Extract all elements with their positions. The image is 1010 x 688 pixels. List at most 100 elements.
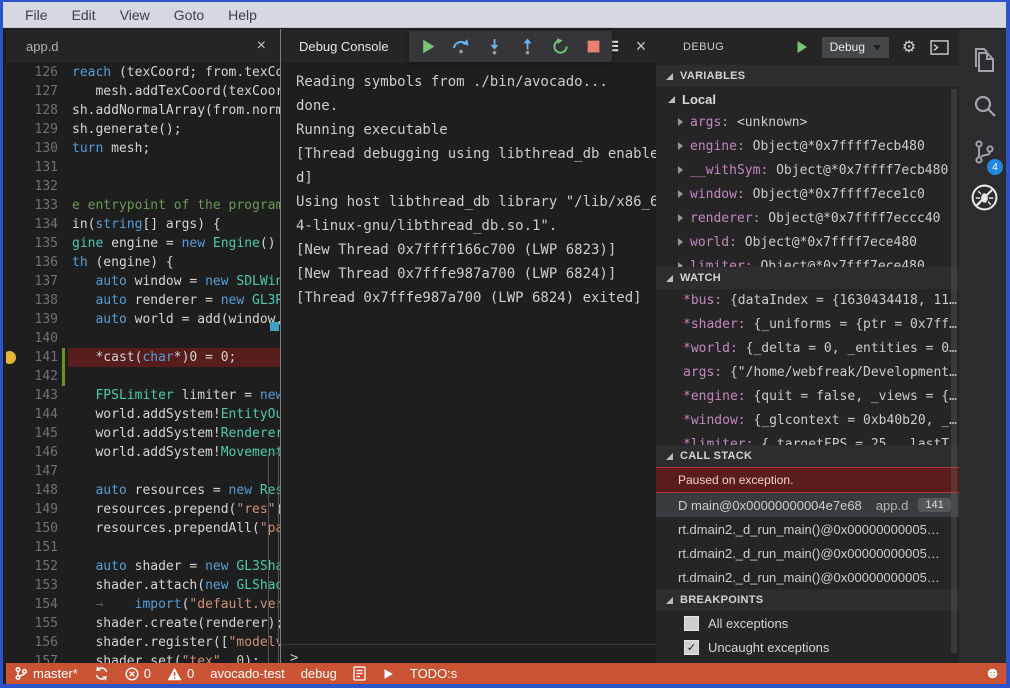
code-line: 130turn mesh;	[6, 139, 280, 158]
line-number: 155	[6, 614, 62, 633]
watch-section-header[interactable]: WATCH	[656, 267, 959, 289]
status-item-play-icon[interactable]	[382, 668, 394, 680]
stack-frame[interactable]: rt.dmain2._d_run_main()@0x00000000005…	[656, 541, 959, 565]
line-number: 153	[6, 576, 62, 595]
open-console-icon[interactable]	[929, 37, 949, 57]
start-debug-button[interactable]	[792, 37, 812, 57]
line-number: 133	[6, 196, 62, 215]
step-out-icon[interactable]	[518, 38, 536, 56]
line-number: 148	[6, 481, 62, 500]
checkbox-icon[interactable]	[684, 616, 699, 631]
restart-icon[interactable]	[551, 38, 569, 56]
editor-scrollbar[interactable]	[268, 63, 280, 663]
variable-row[interactable]: world: Object@*0x7ffff7ece480	[656, 231, 959, 255]
call-stack-section-header[interactable]: CALL STACK	[656, 445, 959, 467]
continue-icon[interactable]	[419, 38, 437, 56]
status-item-sync-icon[interactable]	[94, 666, 109, 681]
status-label: 0	[144, 666, 151, 681]
watch-row[interactable]: *bus: {dataIndex = {1630434418, 11…	[656, 289, 959, 313]
stop-icon[interactable]	[584, 38, 602, 56]
watch-label: WATCH	[680, 272, 721, 284]
code-line: 148 auto resources = new Res	[6, 481, 280, 500]
menu-item-goto[interactable]: Goto	[162, 7, 216, 23]
code-line: 154 → import("default.ver	[6, 595, 280, 614]
watch-row[interactable]: *limiter: {_targetFPS = 25, _lastT…	[656, 433, 959, 445]
code-line: 155 shader.create(renderer);	[6, 614, 280, 633]
activity-debug[interactable]	[959, 177, 1009, 223]
status-item-avocado-test[interactable]: avocado-test	[210, 666, 284, 681]
close-icon[interactable]: ×	[632, 37, 650, 55]
status-item-0[interactable]: 0	[167, 666, 194, 681]
sidebar-scrollbar[interactable]	[951, 89, 957, 653]
breakpoint-row[interactable]: ✓ Uncaught exceptions	[656, 635, 959, 659]
status-item-debug[interactable]: debug	[301, 666, 337, 681]
status-item-output-icon[interactable]	[353, 666, 366, 681]
status-item-todo-s[interactable]: TODO:s	[410, 666, 457, 681]
git-branch-icon	[14, 666, 28, 681]
code-line: 135gine engine = new Engine()	[6, 234, 280, 253]
variable-row[interactable]: args: <unknown>	[656, 111, 959, 135]
variable-row[interactable]: limiter: Object@*0x7fff7ece480	[656, 255, 959, 267]
code-line: 150 resources.prependAll("pa	[6, 519, 280, 538]
overview-ruler-marker	[270, 322, 279, 331]
line-number: 152	[6, 557, 62, 576]
breakpoint-row[interactable]: All exceptions	[656, 611, 959, 635]
activity-files[interactable]	[959, 39, 1009, 85]
chevron-down-icon	[873, 45, 881, 50]
line-number: 147	[6, 462, 62, 481]
debug-sidebar: DEBUG Debug ⚙ VARIABLES Local	[656, 29, 959, 663]
menu-item-edit[interactable]: Edit	[60, 7, 108, 23]
watch-row[interactable]: *shader: {_uniforms = {ptr = 0x7ff…	[656, 313, 959, 337]
variable-row[interactable]: window: Object@*0x7ffff7ece1c0	[656, 183, 959, 207]
console-output[interactable]: Reading symbols from ./bin/avocado...don…	[281, 63, 656, 644]
paused-banner: Paused on exception.	[656, 467, 959, 493]
breakpoints-section-header[interactable]: BREAKPOINTS	[656, 589, 959, 611]
menu-item-file[interactable]: File	[13, 7, 60, 23]
feedback-smiley-icon[interactable]: ☻	[984, 666, 1001, 682]
step-over-icon[interactable]	[452, 38, 470, 56]
files-icon	[970, 45, 998, 80]
stack-frame[interactable]: rt.dmain2._d_run_main()@0x00000000005…	[656, 517, 959, 541]
debug-config-dropdown[interactable]: Debug	[822, 37, 889, 58]
status-item-master-[interactable]: master*	[14, 666, 78, 681]
editor-lines[interactable]: 126reach (texCoord; from.texCoords)127 m…	[6, 63, 280, 663]
main-area: app.d × 126reach (texCoord; from.texCoor…	[6, 29, 1009, 663]
twisty-expanded-icon	[666, 275, 673, 282]
activity-source-control[interactable]: 4	[959, 131, 1009, 177]
status-label: 0	[187, 666, 194, 681]
tab-app-d[interactable]: app.d ×	[6, 29, 280, 63]
scope-local[interactable]: Local	[656, 87, 959, 111]
activity-search[interactable]	[959, 85, 1009, 131]
variables-label: VARIABLES	[680, 70, 745, 82]
status-label: master*	[33, 666, 78, 681]
menu-item-view[interactable]: View	[108, 7, 162, 23]
gear-icon[interactable]: ⚙	[899, 37, 919, 57]
step-into-icon[interactable]	[485, 38, 503, 56]
console-line: done.	[296, 94, 656, 118]
line-number: 140	[6, 329, 62, 348]
line-number: 146	[6, 443, 62, 462]
status-item-0[interactable]: 0	[125, 666, 151, 681]
line-number: 142	[6, 367, 62, 386]
watch-row[interactable]: args: {"/home/webfreak/Development…	[656, 361, 959, 385]
checkbox-checked-icon[interactable]: ✓	[684, 640, 699, 655]
scope-label: Local	[682, 92, 716, 107]
console-line: d]	[296, 166, 656, 190]
variable-row[interactable]: engine: Object@*0x7ffff7ecb480	[656, 135, 959, 159]
watch-row[interactable]: *window: {_glcontext = 0xb40b20, _…	[656, 409, 959, 433]
stack-frame[interactable]: D main@0x00000000004e7e68app.d141	[656, 493, 959, 517]
variable-row[interactable]: renderer: Object@*0x7ffff7eccc40	[656, 207, 959, 231]
watch-row[interactable]: *engine: {quit = false, _views = {…	[656, 385, 959, 409]
close-icon[interactable]: ×	[253, 38, 270, 54]
watch-row[interactable]: *world: {_delta = 0, _entities = 0…	[656, 337, 959, 361]
warning-icon	[167, 667, 182, 681]
stack-frame[interactable]: rt.dmain2._d_run_main()@0x00000000005…	[656, 565, 959, 589]
scrollbar-slider[interactable]	[268, 453, 279, 665]
breakpoint-label: Uncaught exceptions	[708, 640, 829, 655]
code-line: 140	[6, 329, 280, 348]
menu-item-help[interactable]: Help	[216, 7, 269, 23]
twisty-collapsed-icon	[678, 142, 683, 150]
variables-section-header[interactable]: VARIABLES	[656, 65, 959, 87]
code-line: 133e entrypoint of the program	[6, 196, 280, 215]
variable-row[interactable]: __withSym: Object@*0x7ffff7ecb480	[656, 159, 959, 183]
